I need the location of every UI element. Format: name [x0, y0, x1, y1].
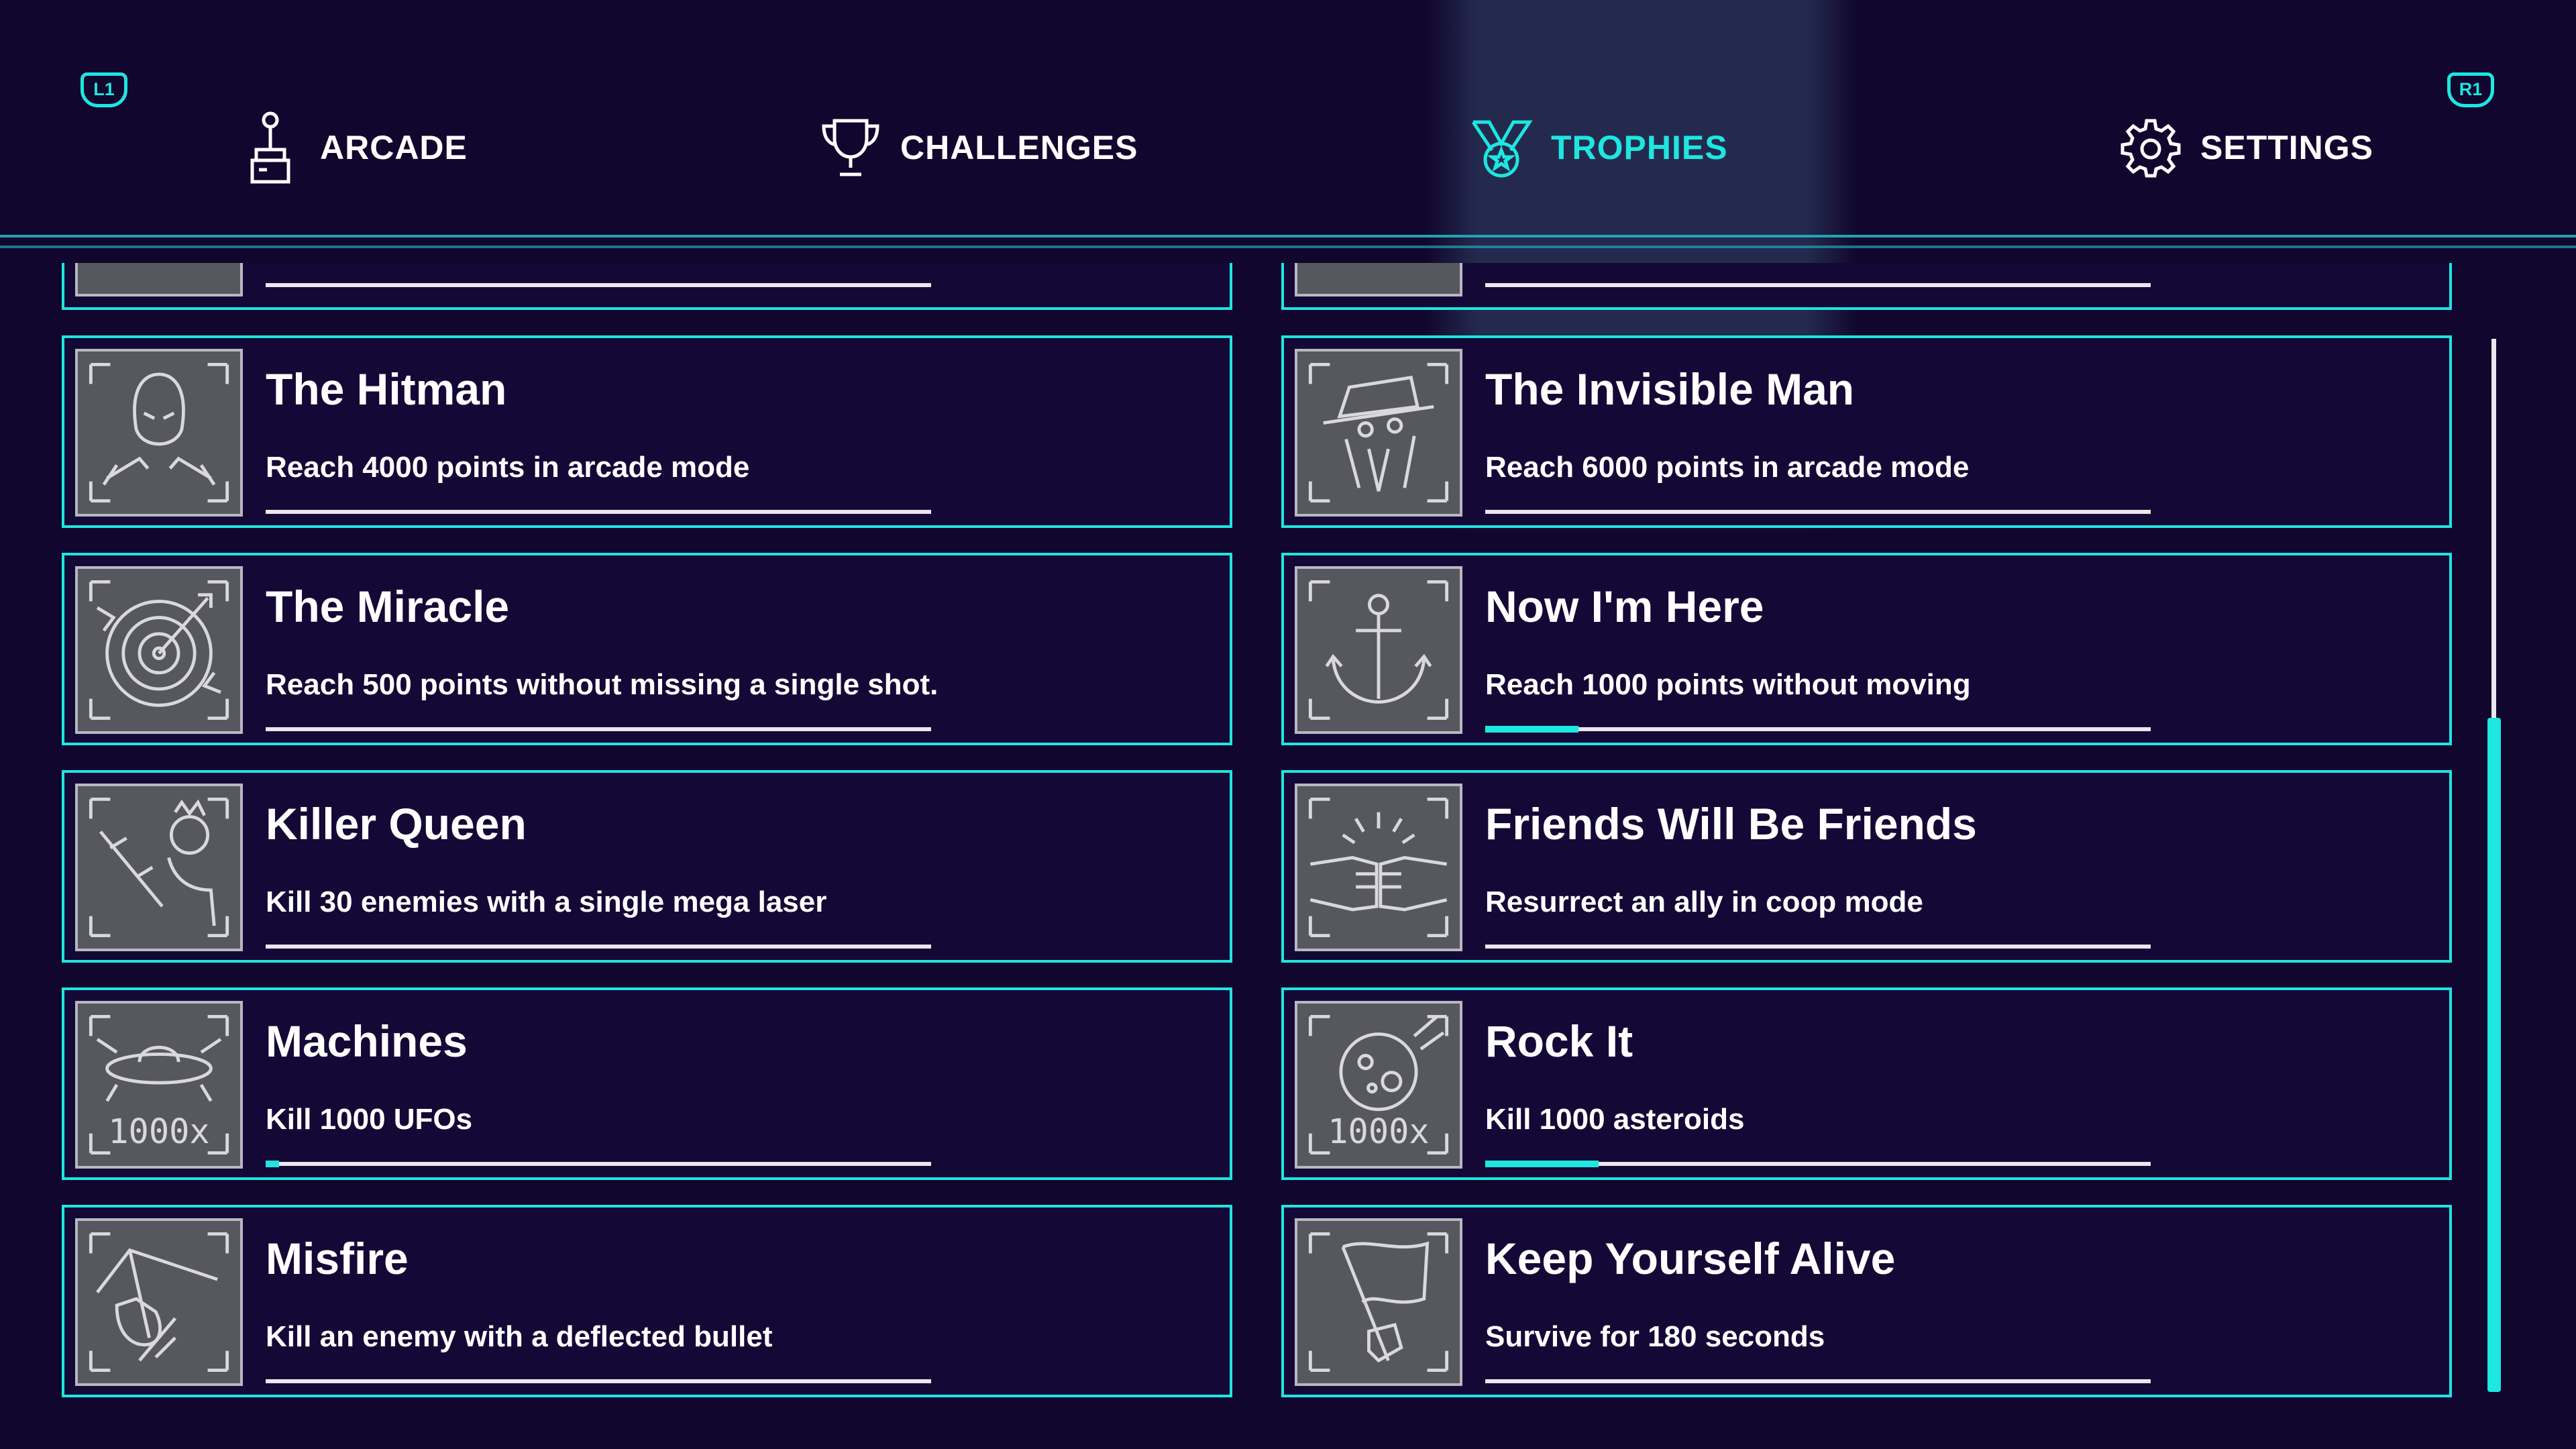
progress-bar — [266, 1379, 931, 1383]
tab-challenges[interactable]: CHALLENGES — [818, 107, 1138, 188]
progress-bar — [1485, 945, 2151, 949]
queen-gun-icon — [75, 784, 243, 951]
trophy-description: Reach 500 points without missing a singl… — [266, 668, 938, 701]
trophy-description: Reach 4000 points in arcade mode — [266, 451, 750, 484]
trophy-card[interactable]: The Invisible Man Reach 6000 points in a… — [1281, 335, 2452, 528]
trophy-title: The Miracle — [266, 582, 510, 631]
icon-counter-text: 1000x — [1328, 1112, 1430, 1151]
progress-bar — [266, 1161, 931, 1167]
progress-bar — [1485, 510, 2151, 514]
trophy-description: Reach 6000 points in arcade mode — [1485, 451, 1970, 484]
asteroid-icon: 1000x — [1295, 1001, 1462, 1169]
trophy-title: Friends Will Be Friends — [1485, 799, 1977, 849]
tab-label: CHALLENGES — [900, 129, 1138, 166]
joystick-icon — [238, 111, 303, 184]
trophy-card[interactable]: 1000x Machines Kill 1000 UFOs — [62, 987, 1232, 1180]
progress-bar — [266, 727, 931, 731]
progress-bar — [266, 945, 931, 949]
trophy-title: Now I'm Here — [1485, 582, 1764, 631]
tab-label: ARCADE — [320, 129, 468, 166]
progress-bar — [266, 510, 931, 514]
deflect-icon — [75, 1218, 243, 1386]
trophy-title: Keep Yourself Alive — [1485, 1234, 1896, 1283]
target-icon — [75, 566, 243, 734]
tab-trophies[interactable]: TROPHIES — [1469, 107, 1728, 188]
trophy-card[interactable]: Friends Will Be Friends Resurrect an all… — [1281, 770, 2452, 963]
trophy-card[interactable]: Now I'm Here Reach 1000 points without m… — [1281, 553, 2452, 745]
trophy-description: Resurrect an ally in coop mode — [1485, 885, 1923, 918]
hitman-icon — [75, 349, 243, 517]
trophy-card[interactable]: Misfire Kill an enemy with a deflected b… — [62, 1205, 1232, 1397]
tab-arcade[interactable]: ARCADE — [238, 107, 468, 188]
header-divider — [0, 235, 2576, 237]
header-divider-secondary — [0, 246, 2576, 248]
trophy-title: Machines — [266, 1016, 468, 1066]
progress-fill — [266, 1161, 279, 1167]
tab-label: SETTINGS — [2200, 129, 2374, 166]
progress-bar — [266, 283, 931, 287]
trophy-description: Kill 1000 UFOs — [266, 1103, 473, 1136]
trophy-title: Killer Queen — [266, 799, 527, 849]
trophy-card[interactable]: Keep Yourself Alive Survive for 180 seco… — [1281, 1205, 2452, 1397]
gear-icon — [2118, 111, 2183, 184]
trophy-icon-stub — [75, 263, 243, 297]
trophy-description: Kill 30 enemies with a single mega laser — [266, 885, 827, 918]
anchor-icon — [1295, 566, 1462, 734]
trophy-card-partial[interactable] — [1281, 263, 2452, 310]
trophy-title: The Hitman — [266, 364, 507, 414]
progress-bar — [1485, 1379, 2151, 1383]
trophy-card-partial[interactable] — [62, 263, 1232, 310]
tab-label: TROPHIES — [1551, 129, 1728, 166]
trophy-card[interactable]: The Hitman Reach 4000 points in arcade m… — [62, 335, 1232, 528]
trophies-screen: L1 R1 ARCADE CHALLENGES TROPHIES SETTING… — [0, 0, 2576, 1449]
trophy-title: The Invisible Man — [1485, 364, 1855, 414]
trophy-card[interactable]: Killer Queen Kill 30 enemies with a sing… — [62, 770, 1232, 963]
trophy-description: Kill an enemy with a deflected bullet — [266, 1320, 773, 1353]
trophy-title: Misfire — [266, 1234, 409, 1283]
trophy-card[interactable]: The Miracle Reach 500 points without mis… — [62, 553, 1232, 745]
trophy-card[interactable]: 1000x Rock It Kill 1000 asteroids — [1281, 987, 2452, 1180]
medal-icon — [1469, 111, 1534, 184]
progress-bar — [1485, 283, 2151, 287]
invisible-man-icon — [1295, 349, 1462, 517]
trophy-icon-stub — [1295, 263, 1462, 297]
trophy-cup-icon — [818, 111, 883, 184]
progress-bar — [1485, 726, 2151, 733]
l1-shoulder-button[interactable]: L1 — [80, 72, 127, 107]
trophy-description: Survive for 180 seconds — [1485, 1320, 1825, 1353]
icon-counter-text: 1000x — [108, 1112, 210, 1151]
trophy-description: Kill 1000 asteroids — [1485, 1103, 1745, 1136]
flag-icon — [1295, 1218, 1462, 1386]
trophy-description: Reach 1000 points without moving — [1485, 668, 1971, 701]
ufo-icon: 1000x — [75, 1001, 243, 1169]
progress-fill — [1485, 726, 1578, 733]
tab-settings[interactable]: SETTINGS — [2118, 107, 2373, 188]
r1-shoulder-button[interactable]: R1 — [2447, 72, 2494, 107]
progress-fill — [1485, 1161, 1599, 1167]
fist-bump-icon — [1295, 784, 1462, 951]
trophy-title: Rock It — [1485, 1016, 1633, 1066]
progress-bar — [1485, 1161, 2151, 1167]
scrollbar-thumb[interactable] — [2487, 718, 2501, 1392]
